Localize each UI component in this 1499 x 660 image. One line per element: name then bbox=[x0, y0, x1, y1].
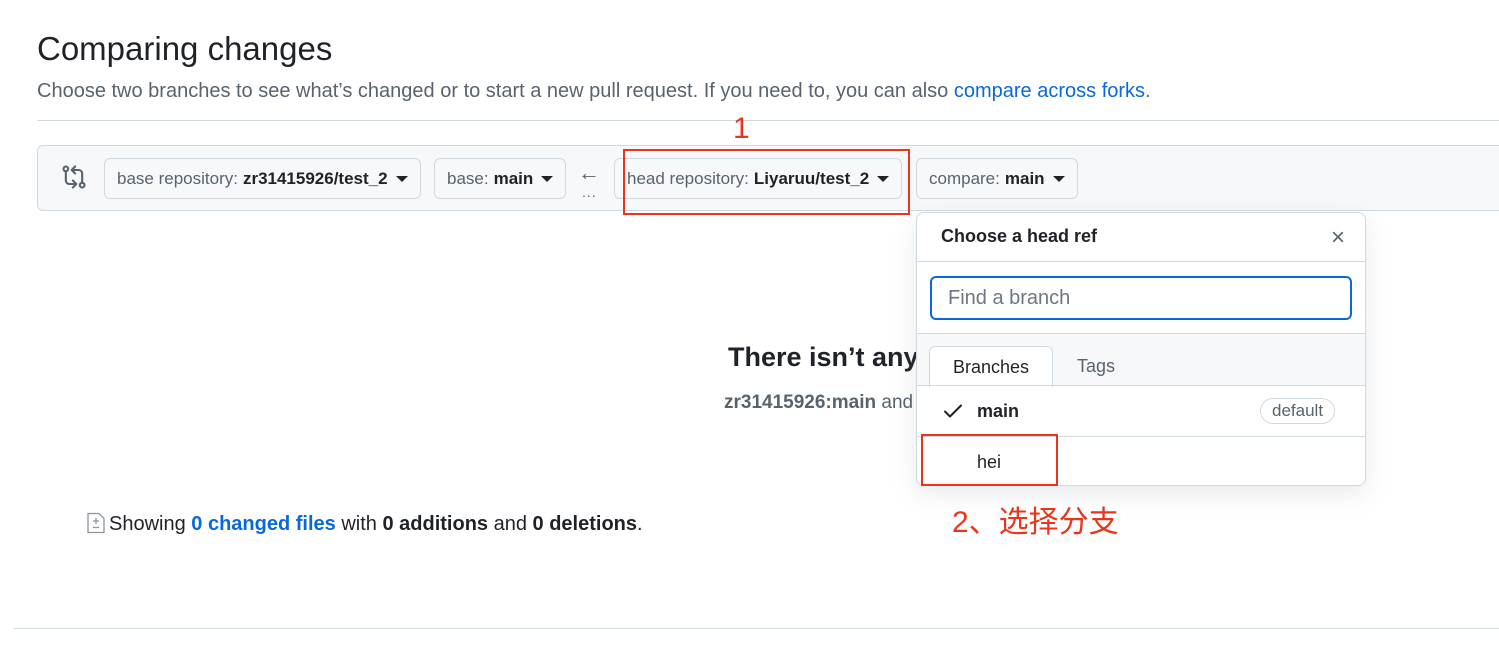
page-title: Comparing changes bbox=[37, 30, 333, 67]
compare-across-forks-link[interactable]: compare across forks bbox=[954, 80, 1145, 102]
and-text: and bbox=[488, 513, 533, 535]
caret-down-icon bbox=[541, 175, 554, 182]
base-repository-value: zr31415926/test_2 bbox=[242, 168, 388, 188]
file-diff-icon bbox=[87, 512, 105, 534]
base-label: base: bbox=[447, 168, 489, 188]
git-compare-icon bbox=[62, 165, 86, 189]
base-repository-label: base repository: bbox=[117, 168, 238, 188]
caret-down-icon bbox=[1052, 175, 1065, 182]
end-text: . bbox=[637, 513, 643, 535]
blankslate-title: There isn’t any bbox=[728, 342, 919, 372]
caret-down-icon bbox=[395, 175, 408, 182]
blankslate-subtitle: zr31415926:main and bbox=[724, 392, 913, 414]
subtitle-text: Choose two branches to see what’s change… bbox=[37, 80, 954, 102]
base-value: main bbox=[493, 168, 534, 188]
divider bbox=[14, 628, 1499, 629]
divider bbox=[917, 261, 1365, 262]
base-branch-select[interactable]: base: main bbox=[434, 158, 567, 199]
branch-label: main bbox=[977, 401, 1020, 421]
divider bbox=[37, 120, 1499, 121]
arrow-left-icon: ← bbox=[578, 160, 600, 185]
default-badge: default bbox=[1260, 398, 1336, 424]
annotation-step-2: 2、选择分支 bbox=[952, 506, 1119, 539]
tab-tags[interactable]: Tags bbox=[1060, 346, 1132, 387]
diff-summary: Showing 0 changed files with 0 additions… bbox=[109, 513, 643, 536]
compare-value: main bbox=[1004, 168, 1045, 188]
annotation-box-branch bbox=[921, 434, 1058, 486]
compare-branch-select[interactable]: compare: main bbox=[916, 158, 1078, 199]
with-text: with bbox=[335, 513, 383, 535]
changed-files-link[interactable]: 0 changed files bbox=[191, 513, 336, 535]
subtitle-end: . bbox=[1145, 80, 1151, 102]
compare-label: compare: bbox=[929, 168, 1000, 188]
tab-branches[interactable]: Branches bbox=[929, 346, 1053, 387]
check-icon bbox=[944, 404, 962, 418]
additions-count: 0 additions bbox=[382, 513, 489, 535]
deletions-count: 0 deletions bbox=[532, 513, 638, 535]
page-subtitle: Choose two branches to see what’s change… bbox=[37, 80, 1151, 103]
annotation-box-head-repo bbox=[623, 149, 910, 215]
blankslate-ref: zr31415926:main bbox=[724, 392, 877, 413]
showing-text: Showing bbox=[109, 513, 192, 535]
annotation-step-1: 1 bbox=[733, 112, 750, 145]
base-repository-select[interactable]: base repository: zr31415926/test_2 bbox=[104, 158, 421, 199]
dropdown-title: Choose a head ref bbox=[941, 226, 1098, 246]
branch-search-input[interactable] bbox=[930, 276, 1352, 320]
blankslate-rest: and bbox=[876, 392, 914, 413]
range-dots: ... bbox=[582, 184, 597, 200]
close-icon[interactable]: × bbox=[1331, 224, 1345, 252]
